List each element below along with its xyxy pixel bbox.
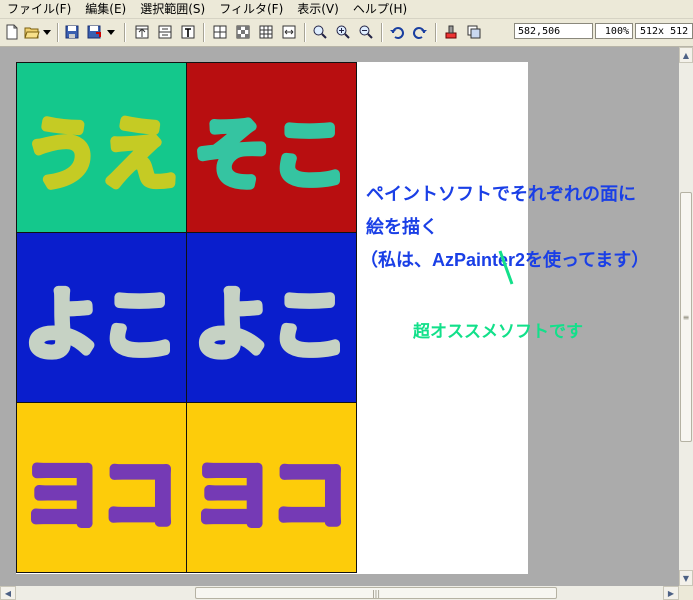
annotation-line-2: 絵を描く (366, 217, 438, 237)
save-icon[interactable] (63, 23, 81, 41)
scroll-down-button[interactable]: ▼ (679, 570, 693, 586)
menu-file[interactable]: ファイル(F) (0, 0, 78, 18)
tile-middle-left: よこ (16, 232, 187, 403)
align-top-icon[interactable] (133, 23, 151, 41)
tile-text: ヨコ (194, 451, 348, 541)
checker-icon[interactable] (234, 23, 252, 41)
annotation-pointer (498, 250, 514, 285)
menu-view[interactable]: 表示(V) (290, 0, 346, 18)
toolbar-separator (124, 23, 126, 42)
menu-filter[interactable]: フィルタ(F) (212, 0, 290, 18)
layers-icon[interactable] (465, 23, 483, 41)
dropdown-icon[interactable] (105, 23, 117, 41)
tile-top-right: そこ (186, 62, 357, 233)
toolbar: 582,506 100% 512x 512 (0, 19, 693, 47)
open-icon[interactable] (23, 23, 41, 41)
scroll-thumb[interactable]: ≡ (680, 192, 692, 442)
horizontal-scrollbar[interactable]: ◀ ||| ▶ (0, 586, 679, 600)
menu-help[interactable]: ヘルプ(H) (346, 0, 414, 18)
tile-text: ヨコ (24, 451, 178, 541)
tile-bottom-right: ヨコ (186, 402, 357, 573)
menu-bar: ファイル(F) 編集(E) 選択範囲(S) フィルタ(F) 表示(V) ヘルプ(… (0, 0, 693, 19)
image-size: 512x 512 (635, 23, 693, 39)
toolbar-separator (203, 23, 205, 42)
scroll-up-button[interactable]: ▲ (679, 47, 693, 63)
tile-top-left: うえ (16, 62, 187, 233)
scroll-left-button[interactable]: ◀ (0, 586, 16, 600)
menu-edit[interactable]: 編集(E) (78, 0, 133, 18)
tile-text: そこ (194, 111, 348, 201)
redo-icon[interactable] (411, 23, 429, 41)
zoom-level: 100% (595, 23, 633, 39)
zoom-icon[interactable] (311, 23, 329, 41)
new-icon[interactable] (3, 23, 21, 41)
tile-text: よこ (24, 281, 178, 371)
tile-text: うえ (24, 111, 178, 201)
scroll-thumb[interactable]: ||| (195, 587, 557, 599)
tile-text: よこ (194, 281, 348, 371)
zoom-out-icon[interactable] (357, 23, 375, 41)
toolbar-separator (57, 23, 59, 42)
recommendation-note: 超オススメソフトです (413, 322, 583, 341)
cursor-coords: 582,506 (514, 23, 593, 39)
toolbar-separator (304, 23, 306, 42)
tile-bottom-left: ヨコ (16, 402, 187, 573)
save-as-icon[interactable] (85, 23, 103, 41)
paint-icon[interactable] (442, 23, 460, 41)
dropdown-icon[interactable] (41, 23, 53, 41)
crosshair-icon[interactable] (211, 23, 229, 41)
tile-middle-right: よこ (186, 232, 357, 403)
text-icon[interactable] (179, 23, 197, 41)
align-middle-icon[interactable] (156, 23, 174, 41)
menu-selection[interactable]: 選択範囲(S) (133, 0, 212, 18)
toolbar-separator (381, 23, 383, 42)
annotation-line-1: ペイントソフトでそれぞれの面に (366, 184, 636, 204)
grid-icon[interactable] (257, 23, 275, 41)
fit-width-icon[interactable] (280, 23, 298, 41)
scroll-right-button[interactable]: ▶ (663, 586, 679, 600)
zoom-in-icon[interactable] (334, 23, 352, 41)
toolbar-separator (435, 23, 437, 42)
undo-icon[interactable] (388, 23, 406, 41)
scrollbar-corner (679, 586, 693, 600)
canvas-workspace: うえ そこ よこ よこ ヨコ ヨコ ペイントソフトでそれぞれの面に 絵を描く （… (0, 47, 679, 586)
vertical-scrollbar[interactable]: ▲ ≡ ▼ (679, 47, 693, 586)
